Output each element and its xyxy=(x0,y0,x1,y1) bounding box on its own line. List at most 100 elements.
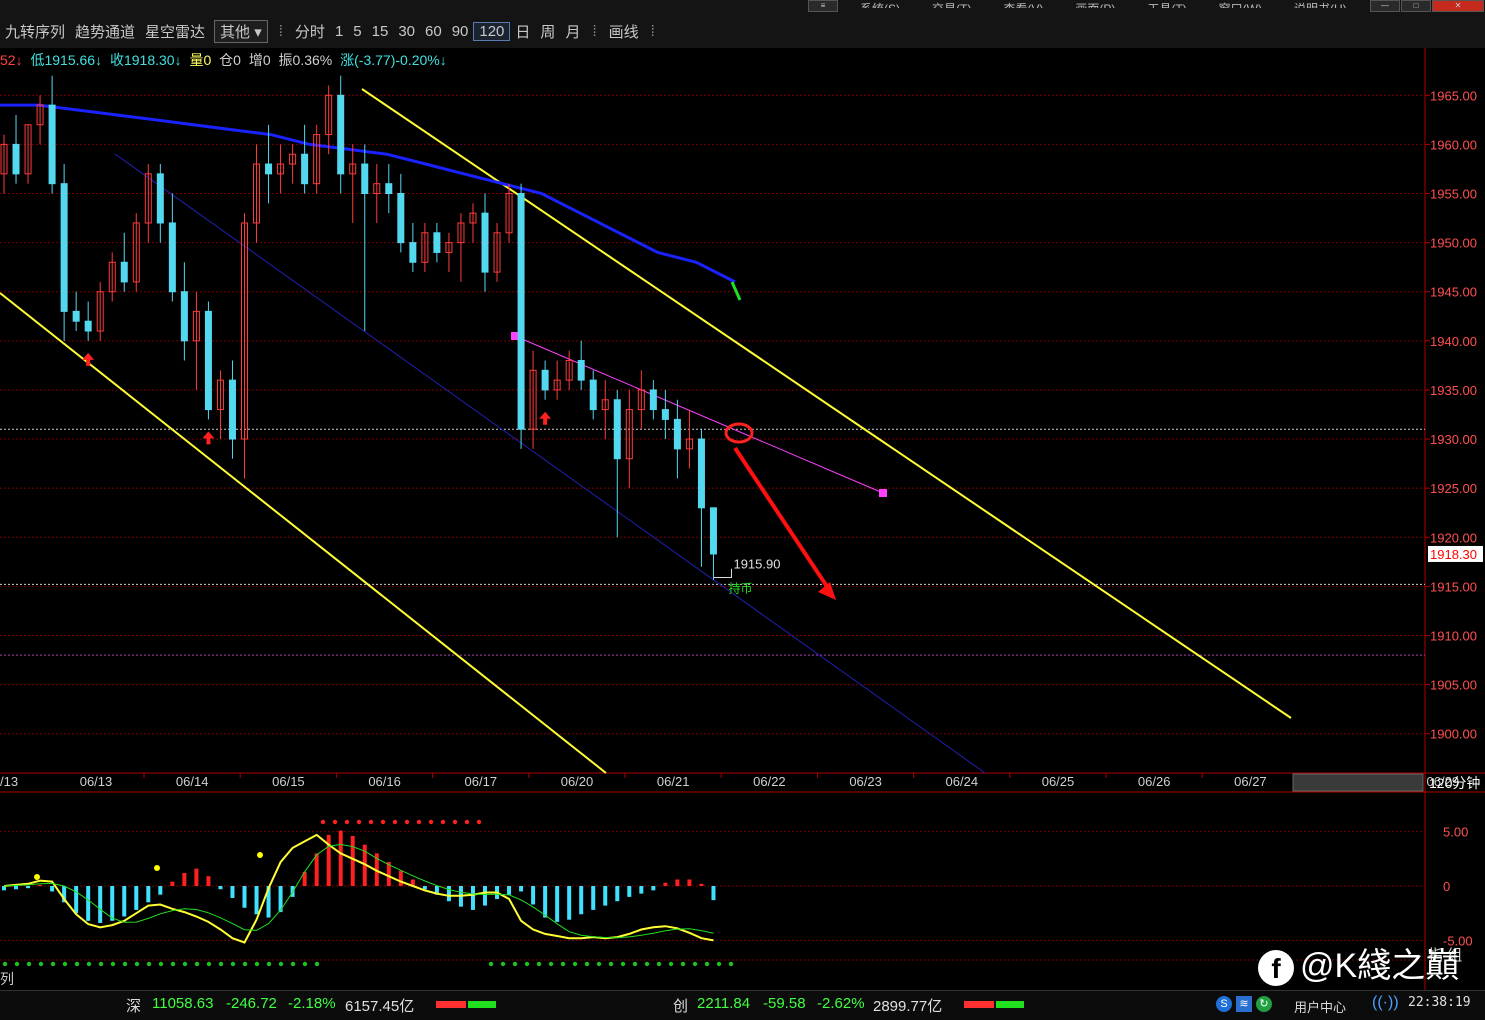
signal-dot-green xyxy=(680,961,686,967)
macd-histogram-bar xyxy=(663,882,668,886)
app-logo-button[interactable]: ≡ xyxy=(808,0,838,12)
signal-dot-green xyxy=(98,961,104,967)
cy-up-bar xyxy=(964,1001,994,1008)
macd-histogram-bar xyxy=(531,886,536,905)
toolbar-item-3[interactable]: 其他 ▾ xyxy=(214,19,268,43)
price-tick-label: 1925.00 xyxy=(1430,481,1477,496)
macd-histogram-bar xyxy=(507,886,512,895)
toolbar-item-11[interactable]: 120 xyxy=(473,21,511,41)
macd-histogram-bar xyxy=(615,886,620,902)
signal-dot-green xyxy=(206,961,212,967)
toolbar-item-6[interactable]: 5 xyxy=(348,23,366,40)
price-tick-label: 1920.00 xyxy=(1430,530,1477,545)
toolbar-item-2[interactable]: 星空雷达 xyxy=(140,21,210,42)
signal-dot-red xyxy=(368,819,374,825)
close-button[interactable]: ✕ xyxy=(1432,0,1484,12)
macd-histogram-bar xyxy=(579,886,584,915)
macd-histogram-bar xyxy=(26,886,31,889)
signal-dot-red xyxy=(404,819,410,825)
toolbar-item-8[interactable]: 30 xyxy=(393,23,420,40)
date-tick-label: 06/24 xyxy=(946,774,979,789)
candle-body xyxy=(120,261,128,283)
signal-dot-green xyxy=(572,961,578,967)
price-tick-label: 1915.00 xyxy=(1430,579,1477,594)
macd-histogram-bar xyxy=(14,886,19,890)
status-bar: 深 11058.63 -246.72 -2.18% 6157.45亿 创 221… xyxy=(0,990,1485,1020)
signal-dot-green xyxy=(608,961,614,967)
signal-dot-green xyxy=(62,961,68,967)
signal-dot-green xyxy=(290,961,296,967)
toolbar-item-12[interactable]: 日 xyxy=(510,21,535,42)
macd-histogram-bar xyxy=(134,886,139,910)
chart-area[interactable]: 1965.00 1960.00 1955.00 1950.00 1945.00 1940.… xyxy=(0,48,1485,990)
macd-histogram-bar xyxy=(555,886,560,922)
price-tick-label: 1945.00 xyxy=(1430,285,1477,300)
sz-up-bar xyxy=(436,1001,466,1008)
macd-histogram-bar xyxy=(675,879,680,886)
macd-histogram-bar xyxy=(603,886,608,906)
menu-item-6[interactable]: 说明书(H) xyxy=(1294,3,1347,8)
signal-dot-green xyxy=(656,961,662,967)
signal-dot-green xyxy=(266,961,272,967)
sz-value: 11058.63 xyxy=(152,995,214,1012)
menu-item-5[interactable]: 窗口(W) xyxy=(1219,3,1262,8)
candle-body xyxy=(517,193,525,430)
cy-down-bar xyxy=(996,1001,1024,1008)
price-tick-label: 1930.00 xyxy=(1430,432,1477,447)
watermark-text: @K綫之巔 xyxy=(1300,947,1460,985)
user-center-link[interactable]: 用户中心 xyxy=(1294,997,1346,1016)
period-label: 120分钟 xyxy=(1429,775,1480,791)
refresh-icon[interactable]: ↻ xyxy=(1256,996,1272,1012)
toolbar-item-5[interactable]: 1 xyxy=(330,23,348,40)
menu-item-3[interactable]: 画面(P) xyxy=(1075,3,1115,8)
macd-histogram-bar xyxy=(470,886,475,910)
macd-histogram-bar xyxy=(711,886,716,901)
buy-signal-arrow xyxy=(82,352,95,366)
candle-body xyxy=(48,104,56,185)
minimize-button[interactable]: — xyxy=(1370,0,1400,12)
toolbar-item-7[interactable]: 15 xyxy=(367,23,394,40)
toolbar-item-9[interactable]: 60 xyxy=(420,23,447,40)
macd-histogram-bar xyxy=(182,872,187,886)
macd-histogram-bar xyxy=(254,886,259,915)
toolbar-item-1[interactable]: 趋势通道 xyxy=(70,21,140,42)
signal-dot-green xyxy=(242,961,248,967)
signal-dot-green xyxy=(110,961,116,967)
signal-dot-green xyxy=(560,961,566,967)
toolbar-item-13[interactable]: 周 xyxy=(535,21,560,42)
signal-dot-green xyxy=(218,961,224,967)
watermark: f @K綫之巔 xyxy=(1258,938,1459,987)
candle-body xyxy=(385,183,393,195)
candle-body xyxy=(12,143,20,175)
candle-body xyxy=(156,173,164,224)
candle-body xyxy=(661,409,669,420)
signal-dot-red xyxy=(476,819,482,825)
macd-histogram-bar xyxy=(242,886,247,908)
clock: 22:38:19 xyxy=(1408,995,1471,1010)
candle-body xyxy=(409,242,417,263)
candle-body xyxy=(180,291,188,342)
highlight-circle xyxy=(724,422,754,444)
toolbar-item-4[interactable]: 分时 xyxy=(290,21,330,42)
menu-item-2[interactable]: 查看(V) xyxy=(1003,3,1043,8)
macd-histogram-bar xyxy=(50,886,55,892)
signal-dot-yellow xyxy=(154,865,160,871)
macd-histogram-bar xyxy=(519,886,524,892)
menu-item-0[interactable]: 系统(S) xyxy=(860,3,900,8)
candle-body xyxy=(361,163,369,195)
macd-histogram-bar xyxy=(338,830,343,886)
signal-dot-yellow xyxy=(257,852,263,858)
toolbar-item-0[interactable]: 九转序列 xyxy=(0,21,70,42)
toolbar-item-15[interactable]: 画线 xyxy=(604,21,644,42)
trend-point-marker xyxy=(879,489,887,497)
toolbar-item-10[interactable]: 90 xyxy=(447,23,474,40)
signal-dot-green xyxy=(512,961,518,967)
maximize-button[interactable]: □ xyxy=(1401,0,1431,12)
toolbar-item-14[interactable]: 月 xyxy=(560,21,585,42)
menu-item-4[interactable]: 工具(T) xyxy=(1147,3,1186,8)
stock-icon[interactable]: ≋ xyxy=(1236,996,1252,1012)
macd-histogram-bar xyxy=(194,868,199,886)
menu-item-1[interactable]: 交易(T) xyxy=(932,3,971,8)
s-icon[interactable]: S xyxy=(1216,996,1232,1012)
candle-body xyxy=(397,193,405,244)
